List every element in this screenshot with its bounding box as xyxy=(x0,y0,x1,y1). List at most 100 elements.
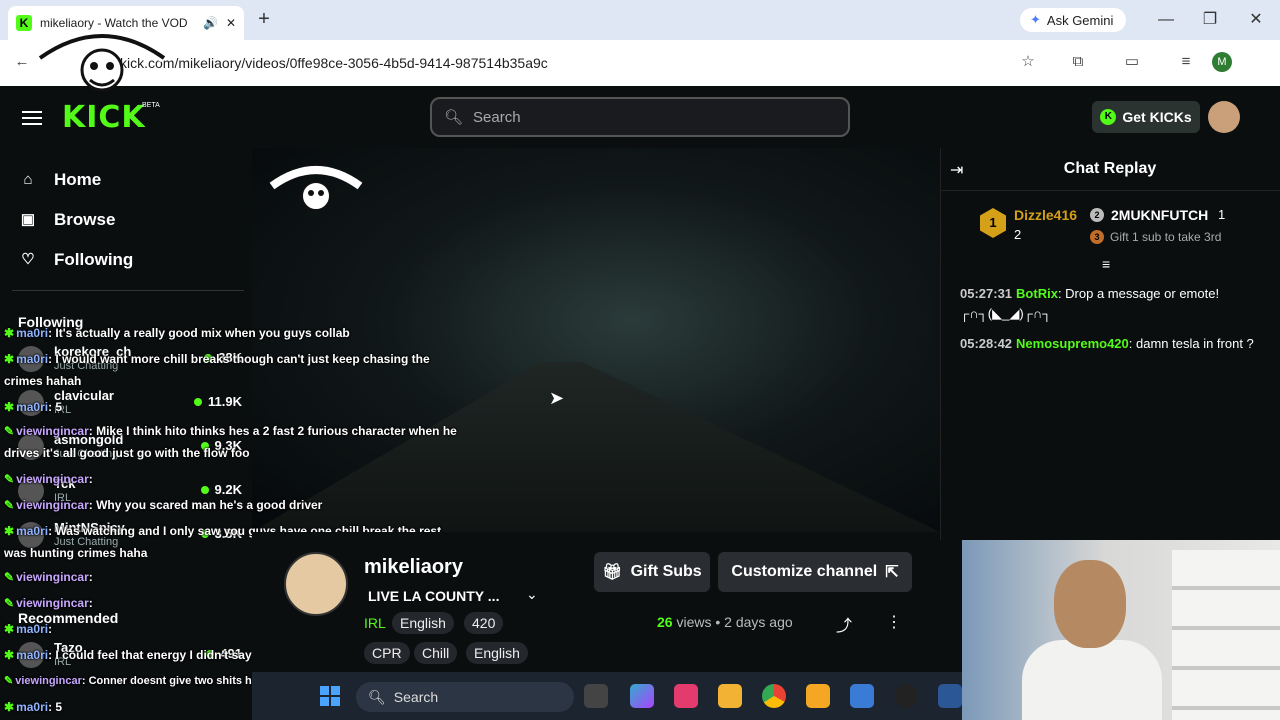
category-tag[interactable]: IRL xyxy=(364,612,386,634)
media-control-icon[interactable]: ≡ xyxy=(1176,52,1196,72)
search-icon: 🔍︎ xyxy=(444,109,464,126)
leaderboard-name[interactable]: 2MUKNFUTCH xyxy=(1111,207,1208,223)
webcam-person-body xyxy=(1022,640,1162,720)
overlay-chat-line: crimes hahah xyxy=(4,374,82,388)
chevron-down-icon[interactable]: ⌄ xyxy=(526,586,538,603)
chat-message: 05:28:42 Nemosupremo420: damn tesla in fr… xyxy=(960,336,1254,351)
obs-icon[interactable] xyxy=(894,684,918,708)
close-window-icon[interactable]: ✕ xyxy=(1246,10,1266,30)
leaderboard-count: 1 xyxy=(1218,207,1226,222)
more-options-icon[interactable]: ⋮ xyxy=(886,612,902,632)
taskbar-search[interactable]: 🔍︎ Search xyxy=(356,682,574,712)
gemini-icon: ✦ xyxy=(1030,12,1041,27)
overlay-chat-line: ✎ viewingincar: xyxy=(4,472,93,486)
overlay-chat-line: ✱ ma0ri: xyxy=(4,622,53,636)
customize-channel-button[interactable]: Customize channel ⇱ xyxy=(718,552,912,592)
sidebar-item-browse[interactable]: ▣ Browse xyxy=(20,210,116,230)
new-tab-button[interactable]: + xyxy=(254,9,274,29)
sidebar-divider xyxy=(12,290,244,291)
browser-profile-avatar[interactable]: M xyxy=(1212,52,1232,72)
tag[interactable]: 420 xyxy=(464,612,504,634)
overlay-chat-line: was hunting crimes haha xyxy=(4,546,148,560)
tag[interactable]: CPR xyxy=(364,642,410,664)
url-field[interactable]: kick.com/mikeliaory/videos/0ffe98ce-3056… xyxy=(120,52,1000,74)
viewer-count: 9.2K xyxy=(201,482,242,497)
app-icon[interactable] xyxy=(850,684,874,708)
close-tab-icon[interactable]: ✕ xyxy=(226,16,236,30)
leaderboard-name[interactable]: Dizzle416 xyxy=(1014,207,1077,223)
channel-avatar[interactable] xyxy=(284,552,348,616)
webcam-overlay xyxy=(962,540,1280,720)
external-link-icon: ⇱ xyxy=(885,564,899,581)
app-icon[interactable] xyxy=(674,684,698,708)
webcam-person-face xyxy=(1054,560,1126,648)
taskbar-search-placeholder: Search xyxy=(393,689,439,705)
overlay-chat-line: ✎ viewingincar: xyxy=(4,570,93,584)
kick-favicon-icon: K xyxy=(16,15,32,31)
sidebar-item-following[interactable]: ♡ Following xyxy=(20,250,133,270)
restore-icon[interactable]: ❐ xyxy=(1200,10,1220,30)
cast-icon[interactable]: ▭ xyxy=(1122,52,1142,72)
overlay-chat-line: ✎ viewingincar: Mike I think hito thinks … xyxy=(4,424,457,438)
video-watermark-logo xyxy=(269,166,363,211)
ask-gemini-label: Ask Gemini xyxy=(1046,12,1114,28)
word-icon[interactable] xyxy=(938,684,962,708)
copilot-icon[interactable] xyxy=(630,684,654,708)
customize-label: Customize channel xyxy=(731,563,878,580)
sidebar-item-label: Browse xyxy=(54,210,116,229)
sidebar-item-label: Home xyxy=(54,170,102,189)
task-view-icon[interactable] xyxy=(584,684,608,708)
back-icon[interactable]: ← xyxy=(12,52,32,72)
app-icon[interactable] xyxy=(806,684,830,708)
overlay-chat-line: ✎ viewingincar: xyxy=(4,596,93,610)
channel-name: clavicular xyxy=(54,388,114,403)
chat-message: 05:27:31 BotRix: Drop a message or emote!… xyxy=(960,286,1220,321)
leaderboard-count: 2 xyxy=(1014,227,1022,242)
kick-logo[interactable]: KICK xyxy=(62,100,146,135)
speaker-icon[interactable]: 🔊 xyxy=(203,16,218,30)
browse-icon: ▣ xyxy=(20,211,36,228)
tag[interactable]: English xyxy=(466,642,528,664)
stream-title: LIVE LA COUNTY ... xyxy=(368,588,500,604)
leaderboard-cta[interactable]: Gift 1 sub to take 3rd xyxy=(1110,230,1221,244)
pinned-toggle-icon[interactable]: ≡ xyxy=(1102,256,1110,272)
mouse-cursor-icon: ➤ xyxy=(549,388,565,408)
view-count: 26 views • 2 days ago xyxy=(657,614,793,630)
overlay-chat-line: ✱ ma0ri: I would want more chill breaks t… xyxy=(4,352,430,366)
chat-title: Chat Replay xyxy=(1063,160,1157,177)
overlay-chat-line: ✱ ma0ri: 5 xyxy=(4,700,63,714)
tag[interactable]: Chill xyxy=(414,642,458,664)
gift-subs-button[interactable]: 🎁︎ Gift Subs xyxy=(594,552,710,592)
home-icon: ⌂ xyxy=(23,171,33,188)
tag[interactable]: English xyxy=(392,612,454,634)
sidebar-item-label: Following xyxy=(54,250,134,269)
gift-icon: 🎁︎ xyxy=(602,564,623,581)
webcam-shelf xyxy=(1172,550,1280,720)
search-placeholder: Search xyxy=(473,108,521,126)
overlay-chat-line: ✱ ma0ri: 5 xyxy=(4,400,63,414)
minimize-icon[interactable]: — xyxy=(1156,10,1176,30)
overlay-chat-line: ✱ ma0ri: It's actually a really good mix … xyxy=(4,326,350,340)
extensions-icon[interactable]: ⧉ xyxy=(1068,52,1088,72)
viewer-count: 11.9K xyxy=(194,394,242,409)
sidebar-item-home[interactable]: ⌂ Home xyxy=(20,170,101,190)
stream-brand-logo xyxy=(37,31,167,92)
channel-name[interactable]: mikeliaory xyxy=(364,556,463,579)
video-road-scene xyxy=(252,362,940,532)
overlay-chat-line: drives it's all good just go with the fl… xyxy=(4,446,250,460)
chrome-icon[interactable] xyxy=(762,684,786,708)
heart-icon: ♡ xyxy=(21,251,35,268)
windows-start-icon[interactable] xyxy=(320,686,340,706)
search-icon: 🔍︎ xyxy=(368,688,386,705)
menu-icon[interactable] xyxy=(22,107,42,127)
chat-divider xyxy=(940,190,1280,191)
get-kicks-button[interactable]: K Get KICKs xyxy=(1092,101,1200,133)
ask-gemini-button[interactable]: ✦ Ask Gemini xyxy=(1020,8,1126,32)
overlay-chat-line: ✎ viewingincar: Why you scared man he's a… xyxy=(4,498,323,512)
user-avatar[interactable] xyxy=(1208,101,1240,133)
bookmark-star-icon[interactable]: ☆ xyxy=(1018,52,1038,72)
kicks-coin-icon: K xyxy=(1100,109,1117,125)
file-explorer-icon[interactable] xyxy=(718,684,742,708)
share-icon[interactable]: ⤴ xyxy=(836,612,852,636)
search-input[interactable]: 🔍︎ Search xyxy=(430,97,850,137)
